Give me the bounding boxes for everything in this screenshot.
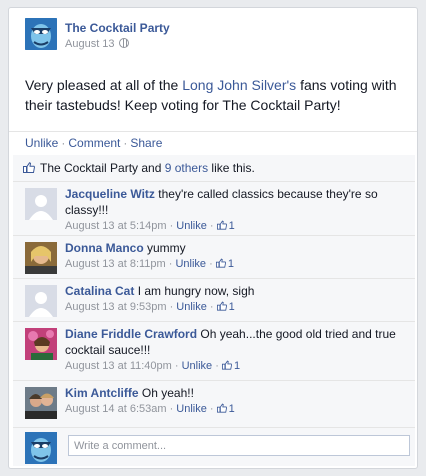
comment-like-count[interactable]: 1	[229, 301, 235, 313]
comment-text: Oh yeah!!	[138, 386, 194, 400]
comment-unlike-button[interactable]: Unlike	[182, 360, 213, 372]
comment-time[interactable]: August 13 at 5:14pm	[65, 220, 167, 232]
comment-row: Kim Antcliffe Oh yeah!! August 14 at 6:5…	[13, 381, 415, 428]
post-card: The Cocktail Party August 13 Very please…	[8, 7, 418, 469]
likes-others-link[interactable]: 9 others	[165, 161, 208, 175]
comment-avatar-default[interactable]	[25, 188, 57, 220]
comment-row: Catalina Cat I am hungry now, sigh Augus…	[13, 279, 415, 322]
comment-author[interactable]: Kim Antcliffe	[65, 386, 139, 400]
comment-author[interactable]: Donna Manco	[65, 241, 144, 255]
post-message: Very pleased at all of the Long John Sil…	[25, 77, 397, 113]
comment-time[interactable]: August 14 at 6:53am	[65, 403, 167, 415]
comment-author[interactable]: Catalina Cat	[65, 284, 134, 298]
comment-author[interactable]: Jacqueline Witz	[65, 187, 155, 201]
comment-row: Donna Manco yummy August 13 at 8:11pm · …	[13, 236, 415, 279]
comment-avatar-photo[interactable]	[25, 328, 57, 360]
post-date: August 13	[65, 38, 129, 50]
comment-like-count[interactable]: 1	[229, 403, 235, 415]
comment-unlike-button[interactable]: Unlike	[176, 220, 207, 232]
comment-button[interactable]: Comment	[68, 136, 120, 150]
write-comment-input[interactable]	[68, 435, 410, 456]
comment-meta: August 13 at 9:53pm · Unlike · 1	[65, 301, 235, 313]
composer-avatar	[25, 432, 57, 464]
comment-body: Kim Antcliffe Oh yeah!! August 14 at 6:5…	[65, 385, 405, 417]
comment-unlike-button[interactable]: Unlike	[176, 301, 207, 313]
globe-icon	[118, 38, 129, 48]
like-thumb-icon	[216, 301, 227, 311]
comment-time[interactable]: August 13 at 8:11pm	[65, 258, 166, 270]
post-timestamp[interactable]: August 13	[65, 38, 115, 50]
likes-summary: The Cocktail Party and 9 others like thi…	[13, 155, 415, 182]
share-button[interactable]: Share	[130, 136, 162, 150]
comment-body: Diane Friddle Crawford Oh yeah...the goo…	[65, 326, 405, 374]
comment-row: Diane Friddle Crawford Oh yeah...the goo…	[13, 322, 415, 381]
feedback-section: The Cocktail Party and 9 others like thi…	[13, 155, 415, 466]
post-actions: Unlike · Comment · Share	[9, 131, 417, 155]
comment-meta: August 13 at 8:11pm · Unlike · 1	[65, 258, 234, 270]
comment-composer	[13, 428, 415, 466]
comment-time[interactable]: August 13 at 11:40pm	[65, 360, 172, 372]
page-avatar[interactable]	[25, 18, 57, 50]
comment-avatar-photo[interactable]	[25, 242, 57, 274]
page-name[interactable]: The Cocktail Party	[65, 21, 170, 35]
comment-like-count[interactable]: 1	[234, 360, 240, 372]
like-thumb-icon	[221, 360, 232, 370]
comment-row: Jacqueline Witz they're called classics …	[13, 182, 415, 236]
comment-body: Jacqueline Witz they're called classics …	[65, 186, 405, 234]
comment-unlike-button[interactable]: Unlike	[176, 403, 207, 415]
long-john-silvers-link[interactable]: Long John Silver's	[182, 77, 296, 93]
comment-body: Catalina Cat I am hungry now, sigh Augus…	[65, 283, 405, 315]
like-thumb-icon	[216, 220, 227, 230]
comment-like-count[interactable]: 1	[228, 258, 234, 270]
unlike-button[interactable]: Unlike	[25, 136, 58, 150]
like-thumb-icon	[216, 403, 227, 413]
comment-meta: August 13 at 5:14pm · Unlike · 1	[65, 220, 235, 232]
comment-meta: August 14 at 6:53am · Unlike · 1	[65, 403, 235, 415]
comment-body: Donna Manco yummy August 13 at 8:11pm · …	[65, 240, 405, 272]
comment-author[interactable]: Diane Friddle Crawford	[65, 327, 197, 341]
comment-avatar-default[interactable]	[25, 285, 57, 317]
like-thumb-icon	[215, 258, 226, 268]
comment-text: I am hungry now, sigh	[134, 284, 255, 298]
like-thumb-icon	[23, 162, 35, 173]
comment-time[interactable]: August 13 at 9:53pm	[65, 301, 167, 313]
comment-unlike-button[interactable]: Unlike	[175, 258, 206, 270]
comment-meta: August 13 at 11:40pm · Unlike · 1	[65, 360, 241, 372]
comment-like-count[interactable]: 1	[229, 220, 235, 232]
comment-avatar-photo[interactable]	[25, 387, 57, 419]
comment-text: yummy	[143, 241, 186, 255]
